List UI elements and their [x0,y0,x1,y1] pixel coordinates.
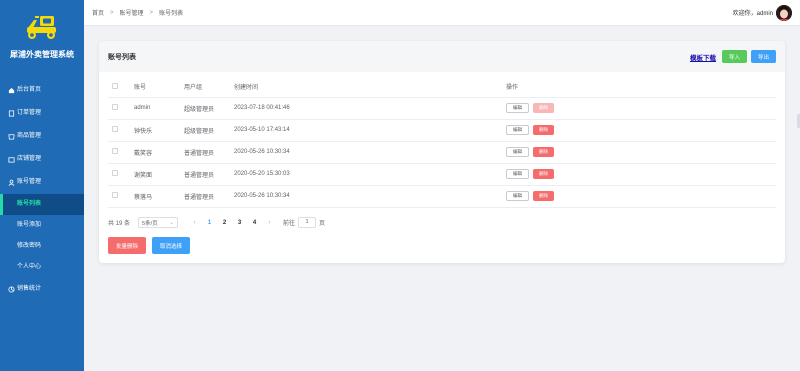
goto-label: 前往 [283,221,296,227]
edit-button[interactable]: 编辑 [506,103,529,113]
cell-group: 超级管理员 [184,118,234,141]
next-page-icon[interactable]: › [262,220,277,226]
edit-button[interactable]: 编辑 [506,147,529,157]
account-table: 账号 用户组 创建时间 操作 admin 超级管理员 2023-07-18 00… [108,77,776,208]
sidebar: 犀浦外卖管理系统 后台首页 订单管理 商品管理 店铺管理 账号管理 账号列表 账… [0,0,84,371]
account-icon [8,179,15,186]
order-icon [8,110,15,117]
breadcrumb-home[interactable]: 首页 [92,8,104,17]
prev-page-icon[interactable]: ‹ [187,220,202,226]
edit-button[interactable]: 编辑 [506,169,529,179]
cell-account: 钟快乐 [134,118,184,141]
logo-area: 犀浦外卖管理系统 [0,0,84,72]
pagination: 共 19 条 5条/页 ⌄ ‹ 1 2 3 4 › 前往 1 页 [108,217,325,228]
breadcrumb: 首页 > 账号管理 > 账号列表 [92,8,184,18]
page-jump: 前往 1 页 [283,217,325,228]
cell-account: 戴笑容 [134,140,184,163]
goods-icon [8,134,15,140]
page-size-select[interactable]: 5条/页 ⌄ [138,217,179,228]
header-actions: 模板下载 导入 导出 [690,50,776,63]
stats-icon [8,286,15,293]
table-row: 戴笑容 普通管理员 2020-05-26 10:30:34 编辑 删除 [108,140,776,163]
delete-button[interactable]: 删除 [533,147,554,157]
sidebar-item-goods[interactable]: 商品管理 [0,125,84,148]
edit-button[interactable]: 编辑 [506,191,529,201]
top-header: 首页 > 账号管理 > 账号列表 欢迎你，admin [84,0,800,26]
sidebar-item-orders[interactable]: 订单管理 [0,102,84,125]
card-header: 账号列表 模板下载 导入 导出 [99,41,785,72]
breadcrumb-separator: > [110,9,114,16]
cell-created: 2020-05-26 10:30:34 [234,184,506,208]
user-info: 欢迎你，admin [732,4,792,21]
cell-account: 蔡落马 [134,184,184,208]
delete-button[interactable]: 删除 [533,125,554,135]
row-checkbox[interactable] [112,104,118,110]
cell-created: 2023-07-18 00:41:46 [234,96,506,119]
page-unit-label: 页 [319,221,326,227]
sidebar-item-change-password[interactable]: 修改密码 [0,236,84,257]
sidebar-item-profile[interactable]: 个人中心 [0,257,84,278]
app-title: 犀浦外卖管理系统 [10,50,74,59]
cell-created: 2023-05-10 17:43:14 [234,118,506,141]
template-download-link[interactable]: 模板下载 [690,52,716,62]
chevron-down-icon: ⌄ [169,219,175,226]
page-nav: ‹ 1 2 3 4 › [187,220,277,226]
cell-account: admin [134,96,184,119]
table-header-row: 账号 用户组 创建时间 操作 [108,77,776,97]
cell-account: 谢笑面 [134,162,184,185]
greeting-text: 欢迎你，admin [732,11,773,17]
account-list-card: 账号列表 模板下载 导入 导出 账号 用户组 创建时间 操作 admin 超级管… [99,41,785,263]
select-all-checkbox[interactable] [112,82,118,89]
sidebar-item-shop[interactable]: 店铺管理 [0,148,84,171]
export-button[interactable]: 导出 [750,50,776,63]
cell-group: 超级管理员 [184,96,234,119]
row-checkbox[interactable] [112,126,118,132]
row-checkbox[interactable] [112,192,118,198]
page-4[interactable]: 4 [247,220,262,226]
cell-created: 2020-05-20 15:30:03 [234,162,506,185]
page-3[interactable]: 3 [232,220,247,226]
row-checkbox[interactable] [112,170,118,176]
cell-group: 普通管理员 [184,140,234,163]
card-title: 账号列表 [108,53,136,61]
import-button[interactable]: 导入 [721,50,747,63]
cell-created: 2020-05-26 10:30:34 [234,140,506,163]
cell-group: 普通管理员 [184,184,234,208]
bulk-actions: 批量删除 取消选择 [108,237,191,254]
column-header-created: 创建时间 [234,85,259,92]
breadcrumb-separator: > [149,9,154,16]
delete-button[interactable]: 删除 [533,169,554,179]
delete-button-disabled: 删除 [533,103,554,113]
table-row: admin 超级管理员 2023-07-18 00:41:46 编辑 删除 [108,96,776,119]
sidebar-menu: 后台首页 订单管理 商品管理 店铺管理 账号管理 账号列表 账号添加 修改密码 … [0,79,84,301]
table-row: 钟快乐 超级管理员 2023-05-10 17:43:14 编辑 删除 [108,118,776,141]
sidebar-item-home[interactable]: 后台首页 [0,79,84,102]
page-2[interactable]: 2 [217,220,232,226]
table-row: 谢笑面 普通管理员 2020-05-20 15:30:03 编辑 删除 [108,162,776,185]
sidebar-item-accounts[interactable]: 账号管理 [0,171,84,194]
page-1[interactable]: 1 [202,220,217,226]
shop-icon [8,157,15,163]
breadcrumb-current: 账号列表 [159,11,184,17]
cell-group: 普通管理员 [184,162,234,185]
scooter-icon [27,16,56,39]
sidebar-item-account-add[interactable]: 账号添加 [0,215,84,236]
edit-button[interactable]: 编辑 [506,125,529,135]
breadcrumb-accounts[interactable]: 账号管理 [120,8,144,17]
sidebar-item-sales-stats[interactable]: 销售统计 [0,278,84,301]
column-header-actions: 操作 [506,85,519,92]
goto-page-input[interactable]: 1 [298,217,317,228]
row-checkbox[interactable] [112,148,118,154]
table-row: 蔡落马 普通管理员 2020-05-26 10:30:34 编辑 删除 [108,184,776,208]
pagination-total: 共 19 条 [108,221,131,227]
cancel-selection-button[interactable]: 取消选择 [152,237,191,254]
column-header-account: 账号 [134,85,147,92]
home-icon [8,87,15,94]
delete-button[interactable]: 删除 [533,191,554,201]
avatar-image [776,4,792,21]
batch-delete-button[interactable]: 批量删除 [108,237,147,254]
sidebar-item-account-list[interactable]: 账号列表 [0,194,84,215]
avatar[interactable] [776,4,792,21]
column-header-group: 用户组 [184,85,203,92]
